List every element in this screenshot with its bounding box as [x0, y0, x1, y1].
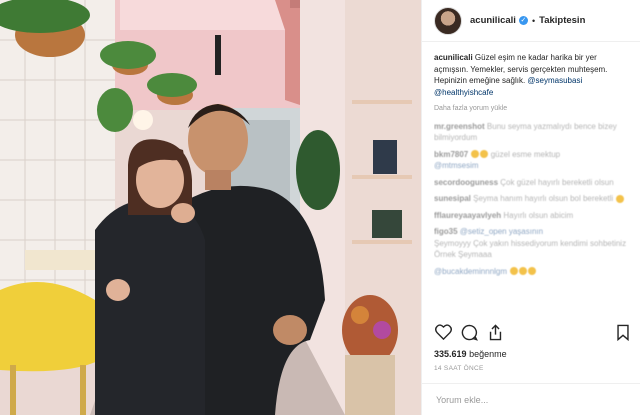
emoji-icon [528, 267, 537, 276]
verified-badge-icon: ✓ [518, 16, 528, 25]
likes-label: beğenme [469, 349, 507, 359]
comment-mention[interactable]: @bucakdeminnnlgm [434, 267, 507, 276]
comment-item: bkm7807 güzel esme mektup @mtmsesim [434, 149, 632, 172]
post-header: acunilicali ✓ • Takiptesin [422, 0, 640, 42]
comment-username[interactable]: sunesipal [434, 194, 471, 203]
avatar[interactable] [434, 6, 462, 35]
emoji-icon [510, 267, 519, 276]
comment-text: Çok güzel hayırlı bereketli olsun [500, 177, 614, 187]
likes-number: 335.619 [434, 349, 467, 359]
share-icon[interactable] [486, 323, 504, 341]
comment-item: sunesipal Şeyma hanım hayırlı olsun bol … [434, 193, 632, 205]
bookmark-icon[interactable] [614, 323, 632, 341]
emoji-icon [519, 267, 528, 276]
emoji-icon [480, 150, 489, 159]
comment-text: güzel esme mektup [490, 149, 561, 159]
comment-item: fflaureyaayavlyeh Hayırlı olsun abicim [434, 210, 632, 222]
caption-username[interactable]: acunilicali [434, 53, 473, 62]
comment-box [422, 383, 640, 415]
comment-text: Şeyma hanım hayırlı olsun bol bereketli [473, 194, 614, 203]
comment-text: Şeymoyyy Çok yakın hissediyorum kendimi … [434, 238, 627, 260]
comments-list[interactable]: acunilicali Güzel eşim ne kadar harika b… [434, 52, 632, 314]
post-sidebar: acunilicali ✓ • Takiptesin acunilicali G… [421, 0, 640, 415]
post-image [0, 0, 421, 415]
comment-text: Hayırlı olsun abicim [503, 210, 574, 220]
post-photo[interactable] [0, 0, 421, 415]
comment-mention[interactable]: @mtmsesim [434, 161, 479, 170]
comment-text: @setiz_open yaşasının [459, 227, 544, 236]
comment-item: @bucakdeminnnlgm [434, 266, 632, 278]
comment-username[interactable]: figo35 [434, 227, 458, 236]
caption-mention-1[interactable]: @seymasubasi [527, 76, 582, 85]
emoji-icon [616, 194, 625, 203]
comment-item: secordooguness Çok güzel hayırlı bereket… [434, 177, 632, 189]
likes-count[interactable]: 335.619 beğenme [434, 349, 507, 359]
comment-icon[interactable] [460, 323, 478, 341]
separator-dot: • [531, 15, 536, 26]
load-more-comments[interactable]: Daha fazla yorum yükle [434, 103, 632, 115]
heart-icon[interactable] [434, 323, 452, 341]
caption-mention-2[interactable]: @healthyishcafe [434, 88, 493, 97]
comment-username[interactable]: bkm7807 [434, 150, 468, 159]
caption: acunilicali Güzel eşim ne kadar harika b… [434, 52, 632, 98]
action-bar [434, 322, 632, 342]
comment-username[interactable]: mr.greenshot [434, 122, 485, 131]
comment-item: mr.greenshot Bunu seyma yazmalıydı bence… [434, 121, 632, 144]
follow-status-button[interactable]: Takiptesin [539, 15, 585, 26]
comment-username[interactable]: fflaureyaayavlyeh [434, 211, 501, 220]
header-username[interactable]: acunilicali [470, 15, 516, 26]
comment-item: figo35 @setiz_open yaşasının Şeymoyyy Çok… [434, 226, 632, 261]
comment-username[interactable]: secordooguness [434, 178, 498, 187]
post-timestamp: 14 SAAT ÖNCE [434, 365, 484, 372]
comment-input[interactable] [434, 394, 628, 406]
emoji-icon [471, 150, 480, 159]
